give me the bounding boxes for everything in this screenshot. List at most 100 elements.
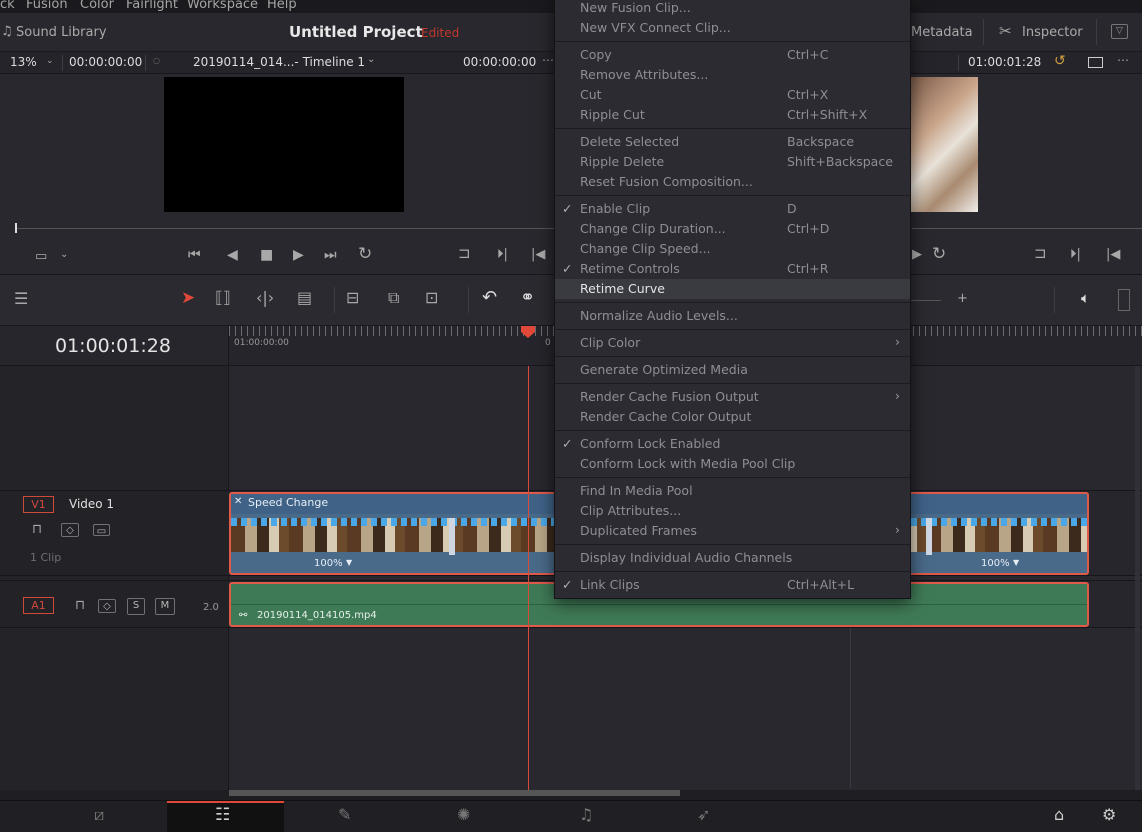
menu-item-generate-optimized-media[interactable]: Generate Optimized Media <box>555 360 910 380</box>
menu-item-workspace[interactable]: Workspace <box>187 0 258 12</box>
menu-item-retime-controls[interactable]: ✓ Retime Controls Ctrl+R <box>555 259 910 279</box>
trim-tool-icon[interactable]: ⟦⟧ <box>215 290 231 306</box>
play-icon[interactable]: ▶ <box>293 248 304 262</box>
insert-clip-icon[interactable]: ⊟ <box>346 290 359 306</box>
overwrite-clip-icon[interactable]: ⧉ <box>388 290 399 306</box>
sound-library-button[interactable]: Sound Library <box>16 25 107 40</box>
loop-icon[interactable]: ↻ <box>932 246 946 263</box>
chevron-down-icon[interactable]: ▼ <box>346 558 352 567</box>
color-page-icon[interactable]: ✺ <box>457 807 470 823</box>
mute-button[interactable]: M <box>155 598 175 615</box>
scrubber-track[interactable] <box>15 228 555 229</box>
metadata-button[interactable]: Metadata <box>911 25 973 40</box>
speed-label-left[interactable]: 100% <box>314 558 343 569</box>
inspector-button[interactable]: Inspector <box>1022 25 1083 40</box>
menu-item-cut[interactable]: Cut Ctrl+X <box>555 85 910 105</box>
chevron-down-icon[interactable]: ⌄ <box>46 57 54 66</box>
selection-tool-icon[interactable]: ➤ <box>181 290 195 307</box>
vertical-scrollbar[interactable] <box>1135 366 1140 790</box>
menu-item-edit[interactable]: ck <box>0 0 15 12</box>
play-reverse-icon[interactable]: ◀ <box>227 248 238 262</box>
settings-gear-icon[interactable]: ⚙ <box>1102 807 1116 823</box>
skip-to-end-icon[interactable]: ⏭ <box>324 248 337 262</box>
viewer-mode-icon[interactable] <box>1088 57 1103 68</box>
speed-label-right[interactable]: 100% <box>981 558 1010 569</box>
menu-item-help[interactable]: Help <box>267 0 297 12</box>
menu-item-ripple-cut[interactable]: Ripple Cut Ctrl+Shift+X <box>555 105 910 125</box>
track-name-video[interactable]: Video 1 <box>69 497 114 511</box>
lock-icon[interactable]: ⊓ <box>32 523 42 536</box>
menu-item-conform-lock-media-pool[interactable]: Conform Lock with Media Pool Clip <box>555 454 910 474</box>
track-id-v1[interactable]: V1 <box>23 496 54 513</box>
track-id-a1[interactable]: A1 <box>23 597 54 614</box>
menu-item-duplicated-frames[interactable]: Duplicated Frames › <box>555 521 910 541</box>
menu-item-normalize-audio-levels[interactable]: Normalize Audio Levels... <box>555 306 910 326</box>
home-icon[interactable]: ⌂ <box>1054 807 1064 823</box>
chevron-down-icon[interactable]: ▼ <box>1013 558 1019 567</box>
menu-item-new-vfx-connect-clip[interactable]: New VFX Connect Clip... <box>555 18 910 38</box>
menu-item-color[interactable]: Color <box>80 0 114 12</box>
menu-item-fusion[interactable]: Fusion <box>26 0 68 12</box>
snapping-icon[interactable]: ↶ <box>482 289 497 307</box>
playhead-line[interactable] <box>528 366 529 790</box>
timeline-view-options-icon[interactable]: ☰ <box>14 291 28 307</box>
next-frame-icon[interactable]: ⏵| <box>1070 248 1081 261</box>
menu-item-find-in-media-pool[interactable]: Find In Media Pool <box>555 481 910 501</box>
fusion-page-icon[interactable]: ✎ <box>338 807 351 823</box>
scrubber-playhead[interactable] <box>15 223 17 233</box>
auto-select-icon[interactable]: ◇ <box>98 599 116 613</box>
zoom-level[interactable]: 13% <box>10 55 37 69</box>
menu-item-clip-attributes[interactable]: Clip Attributes... <box>555 501 910 521</box>
replace-clip-icon[interactable]: ⊡ <box>425 290 438 306</box>
edit-page-tab[interactable]: ☷ <box>167 801 284 832</box>
zoom-slider-track[interactable] <box>911 300 941 301</box>
loop-icon[interactable]: ↻ <box>358 246 372 263</box>
horizontal-scrollbar[interactable] <box>229 790 680 796</box>
playhead-marker[interactable] <box>521 326 535 338</box>
more-options-icon[interactable]: ⋯ <box>542 54 554 66</box>
expand-menu-icon[interactable]: ▽ <box>1111 24 1128 39</box>
auto-select-icon[interactable]: ◇ <box>61 523 79 537</box>
menu-item-link-clips[interactable]: ✓ Link Clips Ctrl+Alt+L <box>555 575 910 595</box>
menu-item-clip-color[interactable]: Clip Color › <box>555 333 910 353</box>
close-icon[interactable]: ✕ <box>234 496 242 507</box>
menu-item-display-individual-audio-channels[interactable]: Display Individual Audio Channels <box>555 548 910 568</box>
solo-button[interactable]: S <box>127 598 145 615</box>
deliver-page-icon[interactable]: ➶ <box>697 807 710 823</box>
timeline-name-selector[interactable]: 20190114_014...- Timeline 1 <box>193 55 365 69</box>
stop-icon[interactable]: ■ <box>260 248 273 262</box>
audio-volume-icon[interactable]: 🔈︎ <box>1081 291 1090 306</box>
skip-to-start-icon[interactable]: ⏮ <box>188 248 201 262</box>
fairlight-page-icon[interactable]: ♫ <box>579 807 593 823</box>
more-options-icon[interactable]: ⋯ <box>1117 54 1129 66</box>
menu-item-ripple-delete[interactable]: Ripple Delete Shift+Backspace <box>555 152 910 172</box>
zoom-in-icon[interactable]: + <box>957 292 968 305</box>
menu-item-render-cache-fusion-output[interactable]: Render Cache Fusion Output › <box>555 387 910 407</box>
menu-item-new-fusion-clip[interactable]: New Fusion Clip... <box>555 0 910 18</box>
menu-item-reset-fusion-composition[interactable]: Reset Fusion Composition... <box>555 172 910 192</box>
lock-icon[interactable]: ⊓ <box>75 599 85 612</box>
retime-icon[interactable]: ↺ <box>1054 54 1066 68</box>
linked-selection-icon[interactable]: ⚭ <box>520 289 535 307</box>
prev-frame-icon[interactable]: |◀ <box>1106 248 1120 261</box>
next-frame-icon[interactable]: ⏵| <box>497 248 508 261</box>
menu-item-enable-clip[interactable]: ✓ Enable Clip D <box>555 199 910 219</box>
prev-frame-icon[interactable]: |◀ <box>531 248 545 261</box>
track-visibility-icon[interactable]: ▭ <box>93 524 110 537</box>
menu-item-delete-selected[interactable]: Delete Selected Backspace <box>555 132 910 152</box>
menu-item-conform-lock-enabled[interactable]: ✓ Conform Lock Enabled <box>555 434 910 454</box>
menu-item-change-clip-speed[interactable]: Change Clip Speed... <box>555 239 910 259</box>
menu-item-retime-curve[interactable]: Retime Curve <box>555 279 910 299</box>
menu-item-change-clip-duration[interactable]: Change Clip Duration... Ctrl+D <box>555 219 910 239</box>
cut-page-icon[interactable]: ⧄ <box>94 807 104 823</box>
match-frame-icon[interactable]: ⊐ <box>458 246 471 261</box>
source-viewer[interactable] <box>164 77 404 212</box>
menu-item-render-cache-color-output[interactable]: Render Cache Color Output <box>555 407 910 427</box>
chevron-down-icon[interactable]: ⌄ <box>60 250 68 260</box>
scrubber-track[interactable] <box>912 228 1142 229</box>
match-frame-icon[interactable]: ⊐ <box>1034 246 1047 261</box>
menu-item-fairlight[interactable]: Fairlight <box>126 0 178 12</box>
blade-tool-icon[interactable]: ▤ <box>297 290 312 306</box>
chevron-down-icon[interactable]: ⌄ <box>367 55 375 65</box>
menu-item-copy[interactable]: Copy Ctrl+C <box>555 45 910 65</box>
